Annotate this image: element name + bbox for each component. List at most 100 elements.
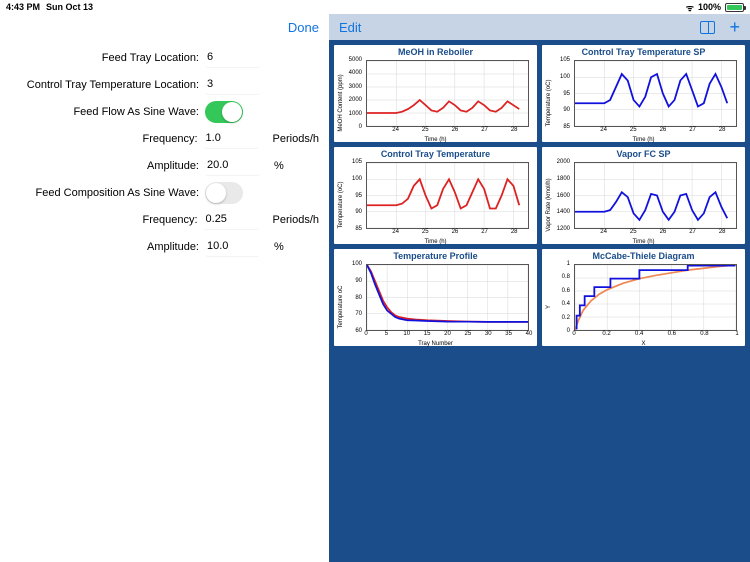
unit-label: Periods/h xyxy=(273,133,319,145)
chart-title: Control Tray Temperature xyxy=(336,149,535,159)
x-tick: 15 xyxy=(424,331,431,337)
unit-label: % xyxy=(274,241,284,253)
x-tick: 26 xyxy=(452,229,459,235)
chart-body: YX00.20.40.60.8100.20.40.60.81 xyxy=(544,262,743,345)
input-7[interactable] xyxy=(205,237,260,257)
toggle-5[interactable] xyxy=(205,182,243,204)
y-tick: 100 xyxy=(352,261,362,267)
y-tick: 85 xyxy=(355,226,362,232)
y-tick: 0.8 xyxy=(562,274,570,280)
x-tick: 25 xyxy=(422,229,429,235)
y-tick: 3000 xyxy=(349,84,362,90)
chart-card-3[interactable]: Vapor FC SPVapor Rate (kmol/h)Time (h)12… xyxy=(541,146,746,245)
x-tick: 28 xyxy=(511,229,518,235)
x-tick: 20 xyxy=(444,331,451,337)
chart-body: Vapor Rate (kmol/h)Time (h)1200140016001… xyxy=(544,160,743,243)
chart-card-4[interactable]: Temperature ProfileTemperature oCTray Nu… xyxy=(333,248,538,347)
x-tick: 0 xyxy=(364,331,367,337)
y-tick: 1 xyxy=(567,261,570,267)
x-tick: 25 xyxy=(630,229,637,235)
y-tick: 1800 xyxy=(557,176,570,182)
plot-area xyxy=(574,162,737,229)
y-tick: 100 xyxy=(352,176,362,182)
x-axis-label: Time (h) xyxy=(632,239,654,245)
y-tick: 2000 xyxy=(557,159,570,165)
y-tick: 95 xyxy=(355,193,362,199)
x-tick: 0.4 xyxy=(635,331,643,337)
charts-grid: MeOH in ReboilerMeOH Content (ppm)Time (… xyxy=(329,40,750,351)
input-4[interactable] xyxy=(205,156,260,176)
form-label: Feed Tray Location: xyxy=(10,52,205,64)
plot-area xyxy=(574,264,737,331)
form-row: Amplitude:% xyxy=(10,233,319,260)
form-label: Frequency: xyxy=(10,133,204,145)
x-tick: 40 xyxy=(526,331,533,337)
x-tick: 27 xyxy=(481,127,488,133)
y-tick: 0 xyxy=(567,328,570,334)
y-tick: 0 xyxy=(359,124,362,130)
chart-body: MeOH Content (ppm)Time (h)01000200030004… xyxy=(336,58,535,141)
chart-card-1[interactable]: Control Tray Temperature SPTemperature (… xyxy=(541,44,746,143)
form-row: Frequency: Periods/h xyxy=(10,125,319,152)
input-1[interactable] xyxy=(205,75,260,95)
x-tick: 5 xyxy=(385,331,388,337)
x-tick: 24 xyxy=(392,127,399,133)
y-tick: 1000 xyxy=(349,111,362,117)
y-tick: 95 xyxy=(563,91,570,97)
charts-panel: Edit + MeOH in ReboilerMeOH Content (ppm… xyxy=(329,14,750,562)
book-icon[interactable] xyxy=(700,21,715,34)
y-tick: 1400 xyxy=(557,209,570,215)
y-tick: 100 xyxy=(560,74,570,80)
right-toolbar: Edit + xyxy=(329,14,750,40)
chart-title: Vapor FC SP xyxy=(544,149,743,159)
chart-card-0[interactable]: MeOH in ReboilerMeOH Content (ppm)Time (… xyxy=(333,44,538,143)
add-button[interactable]: + xyxy=(729,18,740,36)
x-tick: 25 xyxy=(465,331,472,337)
edit-button[interactable]: Edit xyxy=(339,20,361,35)
plot-area xyxy=(574,60,737,127)
status-date: Sun Oct 13 xyxy=(46,2,93,12)
toggle-2[interactable] xyxy=(205,101,243,123)
x-tick: 26 xyxy=(660,229,667,235)
unit-label: Periods/h xyxy=(273,214,319,226)
x-tick: 24 xyxy=(392,229,399,235)
chart-card-5[interactable]: McCabe-Thiele DiagramYX00.20.40.60.8100.… xyxy=(541,248,746,347)
y-tick: 105 xyxy=(352,159,362,165)
battery-icon xyxy=(725,3,744,12)
chart-card-2[interactable]: Control Tray TemperatureTemperature (oC)… xyxy=(333,146,538,245)
input-0[interactable] xyxy=(205,48,260,68)
x-tick: 10 xyxy=(403,331,410,337)
input-3[interactable] xyxy=(204,129,259,149)
x-tick: 26 xyxy=(660,127,667,133)
x-tick: 28 xyxy=(511,127,518,133)
y-tick: 1200 xyxy=(557,226,570,232)
x-tick: 0.2 xyxy=(602,331,610,337)
x-tick: 35 xyxy=(505,331,512,337)
status-time: 4:43 PM xyxy=(6,2,40,12)
settings-panel: Done Feed Tray Location: Control Tray Tem… xyxy=(0,14,329,562)
y-tick: 0.2 xyxy=(562,315,570,321)
form-label: Control Tray Temperature Location: xyxy=(10,79,205,91)
y-tick: 80 xyxy=(355,295,362,301)
form-row: Amplitude:% xyxy=(10,152,319,179)
y-tick: 0.4 xyxy=(562,301,570,307)
x-tick: 27 xyxy=(481,229,488,235)
chart-title: McCabe-Thiele Diagram xyxy=(544,251,743,261)
form-label: Feed Flow As Sine Wave: xyxy=(10,106,205,118)
form-row: Control Tray Temperature Location: xyxy=(10,71,319,98)
chart-title: MeOH in Reboiler xyxy=(336,47,535,57)
input-6[interactable] xyxy=(204,210,259,230)
x-tick: 28 xyxy=(719,127,726,133)
x-axis-label: Time (h) xyxy=(424,137,446,143)
y-tick: 85 xyxy=(563,124,570,130)
x-tick: 0.6 xyxy=(668,331,676,337)
x-tick: 24 xyxy=(600,127,607,133)
form-label: Feed Composition As Sine Wave: xyxy=(10,187,205,199)
done-button[interactable]: Done xyxy=(288,20,319,35)
x-tick: 24 xyxy=(600,229,607,235)
x-tick: 26 xyxy=(452,127,459,133)
wifi-icon: ᯤ xyxy=(686,1,694,14)
x-tick: 25 xyxy=(630,127,637,133)
x-axis-label: Time (h) xyxy=(424,239,446,245)
left-toolbar: Done xyxy=(0,14,329,40)
